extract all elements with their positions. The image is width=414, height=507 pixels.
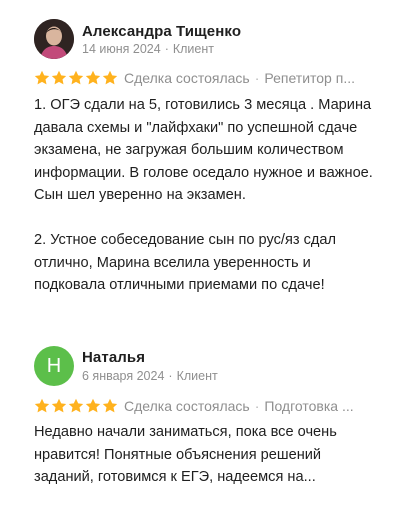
- author-role: Клиент: [172, 42, 214, 56]
- user-photo-icon: [34, 19, 74, 59]
- rating-row: Сделка состоялась · Репетитор п...: [34, 68, 380, 88]
- rating-row: Сделка состоялась · Подготовка ...: [34, 396, 380, 416]
- author-name[interactable]: Александра Тищенко: [82, 23, 241, 40]
- author-role: Клиент: [176, 369, 218, 383]
- service-category[interactable]: Подготовка ...: [264, 398, 353, 414]
- star-icon: [85, 70, 101, 85]
- avatar[interactable]: Н: [34, 346, 74, 386]
- star-icon: [34, 398, 50, 413]
- separator: ·: [254, 70, 260, 86]
- review-paragraph: Недавно начали заниматься, пока все очен…: [34, 424, 337, 485]
- review-paragraph: 1. ОГЭ сдали на 5, готовились 3 месяца .…: [34, 97, 373, 203]
- star-icon: [51, 70, 67, 85]
- rating-stars: [34, 398, 118, 414]
- rating-stars: [34, 70, 118, 86]
- star-icon: [102, 70, 118, 85]
- separator: ·: [164, 42, 169, 56]
- service-category[interactable]: Репетитор п...: [264, 70, 355, 86]
- review-date: 6 января 2024: [82, 369, 165, 383]
- star-icon: [102, 398, 118, 413]
- review-text: 1. ОГЭ сдали на 5, готовились 3 месяца .…: [34, 94, 379, 297]
- deal-status: Сделка состоялась: [124, 70, 250, 86]
- star-icon: [68, 70, 84, 85]
- star-icon: [51, 398, 67, 413]
- star-icon: [68, 398, 84, 413]
- avatar[interactable]: [34, 19, 74, 59]
- star-icon: [85, 398, 101, 413]
- deal-status: Сделка состоялась: [124, 398, 250, 414]
- review-meta: 6 января 2024 · Клиент: [82, 369, 218, 383]
- separator: ·: [168, 369, 173, 383]
- author-name[interactable]: Наталья: [82, 349, 145, 366]
- review-text: Недавно начали заниматься, пока все очен…: [34, 421, 379, 489]
- review-meta: 14 июня 2024 · Клиент: [82, 42, 214, 56]
- review-date: 14 июня 2024: [82, 42, 161, 56]
- review-paragraph: 2. Устное собеседование сын по рус/яз сд…: [34, 232, 337, 293]
- star-icon: [34, 70, 50, 85]
- separator: ·: [254, 398, 260, 414]
